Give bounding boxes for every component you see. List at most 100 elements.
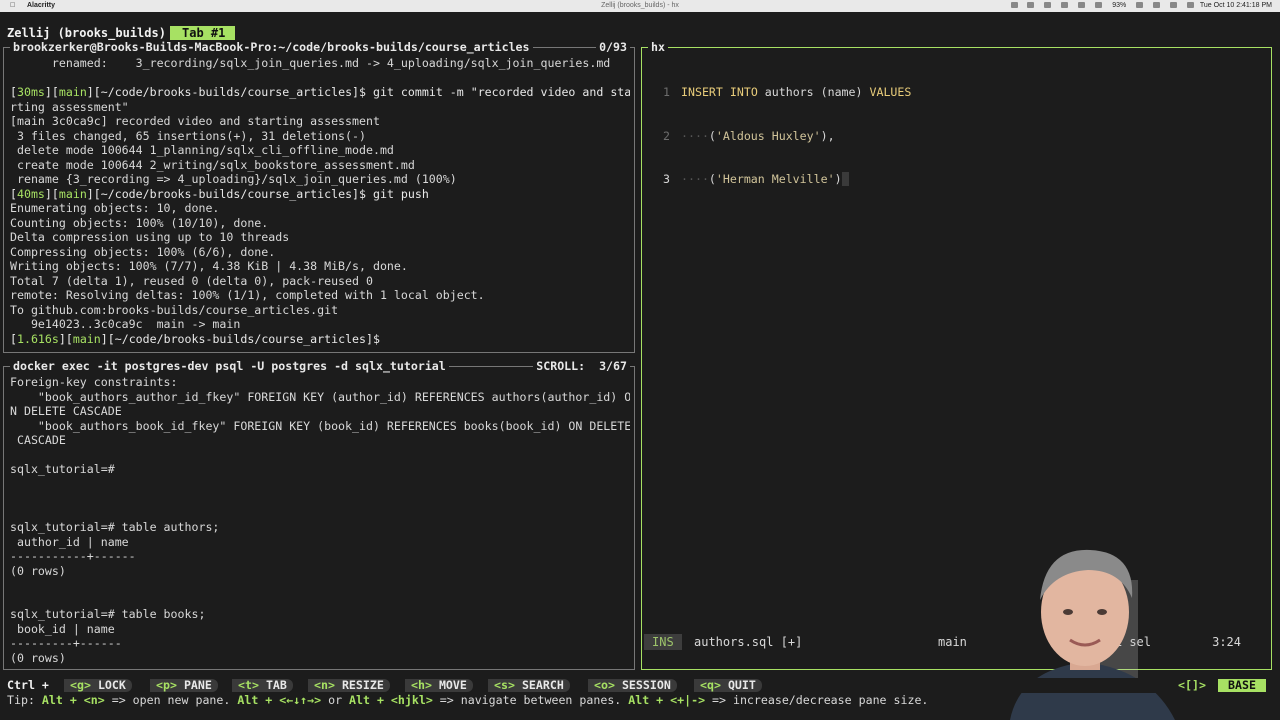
terminal-line: 9e14023..3c0ca9c main -> main xyxy=(10,317,241,331)
control-center-icon[interactable] xyxy=(1187,2,1195,9)
battery-percent: 93% xyxy=(1112,2,1127,9)
line-number: 1 xyxy=(663,85,670,99)
tip-key: Alt + <hjkl> xyxy=(349,693,433,707)
terminal-line: (0 rows) xyxy=(10,650,66,665)
quit-button[interactable]: <q> QUIT xyxy=(694,679,762,692)
terminal-line: CASCADE xyxy=(10,433,66,447)
terminal-line: [30ms][main][~/code/brooks-builds/course… xyxy=(10,85,630,99)
battery-icon[interactable] xyxy=(1136,2,1144,9)
line-number: 2 xyxy=(663,128,670,143)
terminal-output: renamed: 3_recording/sqlx_join_queries.m… xyxy=(10,56,630,346)
tip-text: or xyxy=(321,693,350,707)
terminal-line: To github.com:brooks-builds/course_artic… xyxy=(10,302,339,317)
terminal-line: rename {3_recording => 4_uploading}/sqlx… xyxy=(10,172,457,186)
tip-key: Alt + <+|-> xyxy=(628,693,706,707)
terminal-line: (0 rows) xyxy=(10,563,66,578)
terminal-line: Total 7 (delta 1), reused 0 (delta 0), p… xyxy=(10,273,373,288)
search-icon[interactable] xyxy=(1170,2,1178,9)
tip-key: Alt + <n> xyxy=(41,693,105,707)
zellij-tab-bar: Zellij (brooks_builds) Tab #1 xyxy=(0,26,1280,40)
terminal-line: sqlx_tutorial=# table authors; xyxy=(10,520,220,534)
psql-terminal-pane[interactable]: docker exec -it postgres-dev psql -U pos… xyxy=(3,359,635,670)
code-text: INSERT INTO authors (name) VALUES xyxy=(681,85,912,99)
pane-title: brookzerker@Brooks-Builds-MacBook-Pro:~/… xyxy=(10,40,533,54)
editor-mode-badge: INS xyxy=(644,634,682,650)
status-icon[interactable] xyxy=(1095,2,1103,9)
editor-git-branch: main xyxy=(938,635,967,649)
tip-prefix: Tip: xyxy=(7,693,42,707)
terminal-output: Foreign-key constraints: "book_authors_a… xyxy=(10,375,630,665)
editor-cursor-position: 3:24 xyxy=(1212,635,1241,649)
terminal-line: remote: Resolving deltas: 100% (1/1), co… xyxy=(10,288,485,302)
layout-indicator: <[]> xyxy=(1178,678,1206,692)
terminal-line: create mode 100644 2_writing/sqlx_bookst… xyxy=(10,157,415,172)
editor-line: 2 ····('Aldous Huxley'), xyxy=(654,129,911,144)
code-text: ····('Aldous Huxley'), xyxy=(681,128,835,143)
terminal-line: "book_authors_author_id_fkey" FOREIGN KE… xyxy=(10,389,630,404)
search-mode-button[interactable]: <s> SEARCH xyxy=(488,679,570,692)
eye xyxy=(1097,609,1107,615)
clock[interactable]: Tue Oct 10 2:41:18 PM xyxy=(1200,2,1272,9)
tip-text: => increase/decrease pane size. xyxy=(705,693,929,707)
terminal-line: "book_authors_book_id_fkey" FOREIGN KEY … xyxy=(10,418,630,433)
status-icon[interactable] xyxy=(1044,2,1052,9)
editor-line: 1 INSERT INTO authors (name) VALUES xyxy=(654,85,911,100)
status-icon[interactable] xyxy=(1078,2,1086,9)
terminal-line: book_id | name xyxy=(10,621,115,636)
wifi-icon[interactable] xyxy=(1153,2,1161,9)
tab-1[interactable]: Tab #1 xyxy=(170,26,236,40)
terminal-line: rting assessment" xyxy=(10,99,129,114)
pane-title: hx xyxy=(648,40,668,54)
terminal-line: -----------+------ xyxy=(10,549,136,563)
terminal-line: N DELETE CASCADE xyxy=(10,404,122,418)
terminal-line: Counting objects: 100% (10/10), done. xyxy=(10,215,269,230)
code-text: ····('Herman Melville') xyxy=(681,172,842,186)
tab-mode-button[interactable]: <t> TAB xyxy=(232,679,293,692)
pane-mode-button[interactable]: <p> PANE xyxy=(150,679,218,692)
terminal-line: [1.616s][main][~/code/brooks-builds/cour… xyxy=(10,331,380,346)
ctrl-prefix: Ctrl + xyxy=(7,678,49,692)
status-icon[interactable] xyxy=(1027,2,1035,9)
terminal-line: 3 files changed, 65 insertions(+), 31 de… xyxy=(10,128,366,143)
resize-mode-button[interactable]: <n> RESIZE xyxy=(308,679,390,692)
macos-menubar:  Alacritty Zellij (brooks_builds) - hx … xyxy=(0,0,1280,12)
terminal-line: ---------+------ xyxy=(10,636,122,650)
terminal-line: Foreign-key constraints: xyxy=(10,375,178,389)
terminal-line: renamed: 3_recording/sqlx_join_queries.m… xyxy=(10,56,611,70)
tip-key: Alt + <←↓↑→> xyxy=(237,693,322,707)
session-name: Zellij (brooks_builds) xyxy=(7,26,166,40)
menubar-status-area: 93% Tue Oct 10 2:41:18 PM xyxy=(1007,0,1272,12)
session-mode-button[interactable]: <o> SESSION xyxy=(588,679,677,692)
terminal-line: delete mode 100644 1_planning/sqlx_cli_o… xyxy=(10,143,394,157)
status-icon[interactable] xyxy=(1010,2,1018,9)
terminal-line: Compressing objects: 100% (6/6), done. xyxy=(10,244,276,259)
tip-line: Tip: Alt + <n> => open new pane. Alt + <… xyxy=(7,693,1277,707)
text-cursor xyxy=(841,172,849,186)
terminal-line: sqlx_tutorial=# table books; xyxy=(10,607,206,621)
terminal-line: Writing objects: 100% (7/7), 4.38 KiB | … xyxy=(10,259,408,273)
terminal-line: sqlx_tutorial=# xyxy=(10,462,115,476)
terminal-line: [40ms][main][~/code/brooks-builds/course… xyxy=(10,186,429,201)
lock-mode-button[interactable]: <g> LOCK xyxy=(64,679,132,692)
status-icon[interactable] xyxy=(1061,2,1069,9)
terminal-line: Enumerating objects: 10, done. xyxy=(10,201,220,215)
input-mode-badge: BASE xyxy=(1218,679,1266,692)
pane-scroll-indicator: SCROLL: 3/67 xyxy=(533,359,630,373)
git-terminal-pane[interactable]: brookzerker@Brooks-Builds-MacBook-Pro:~/… xyxy=(3,40,635,353)
editor-filename: authors.sql [+] xyxy=(694,635,803,649)
zellij-keybinding-bar: Ctrl + <g> LOCK <p> PANE <t> TAB <n> RES… xyxy=(0,678,1280,693)
move-mode-button[interactable]: <h> MOVE xyxy=(405,679,473,692)
tip-text: => open new pane. xyxy=(104,693,238,707)
eye xyxy=(1063,609,1073,615)
editor-text-area[interactable]: 1 INSERT INTO authors (name) VALUES 2 ····… xyxy=(654,56,911,216)
terminal-line: [main 3c0ca9c] recorded video and starti… xyxy=(10,114,380,128)
pane-scroll-indicator: 0/93 xyxy=(596,40,630,54)
editor-line: 3 ····('Herman Melville') xyxy=(654,172,911,187)
